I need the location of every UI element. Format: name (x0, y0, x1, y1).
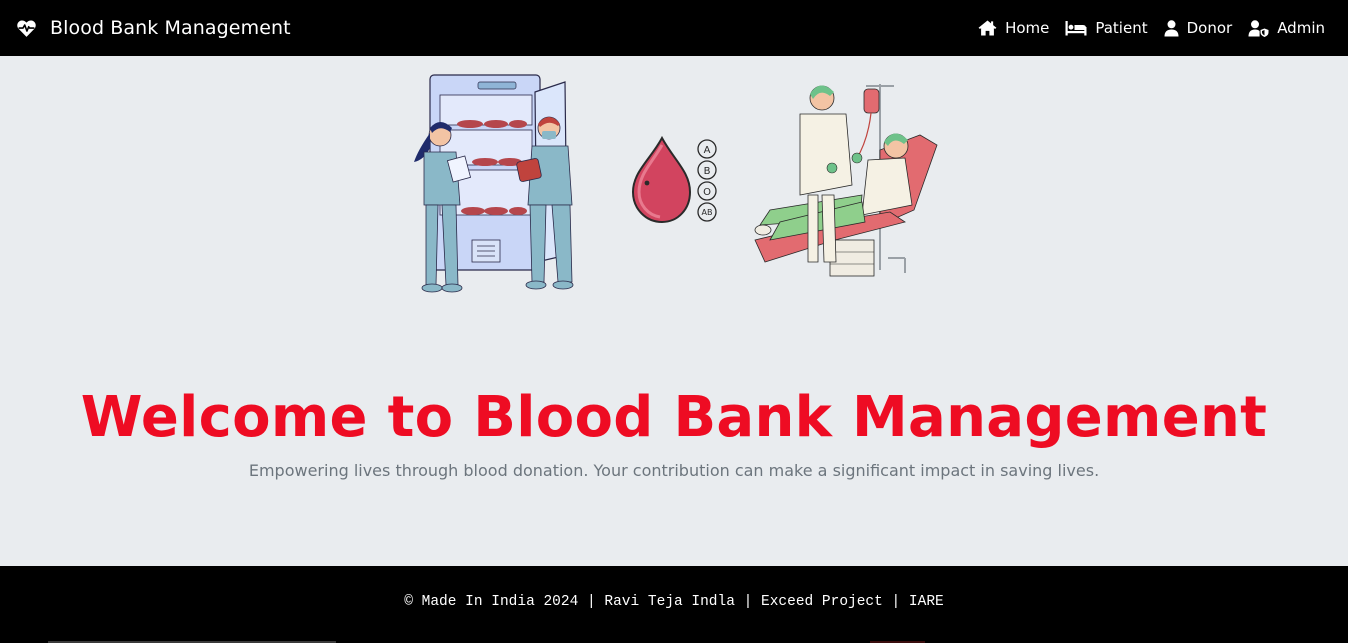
user-icon (1164, 19, 1179, 36)
blood-storage-illustration (414, 74, 574, 293)
heart-pulse-icon (17, 19, 36, 37)
nav-donor-label: Donor (1186, 19, 1233, 37)
footer-text: © Made In India 2024 | Ravi Teja Indla |… (404, 593, 944, 610)
nav-home-label: Home (1005, 19, 1050, 37)
home-icon (978, 20, 997, 36)
blood-type-a: A (704, 145, 711, 156)
hero-subtitle: Empowering lives through blood donation.… (248, 461, 1100, 480)
nav-donor[interactable]: Donor (1164, 19, 1233, 37)
brand-title: Blood Bank Management (50, 17, 291, 39)
nav-patient-label: Patient (1095, 19, 1148, 37)
nav-admin-label: Admin (1277, 19, 1325, 37)
nav-links: Home Patient Donor Admin (978, 19, 1325, 37)
navbar: Blood Bank Management Home Patient Donor… (0, 0, 1348, 56)
brand-link[interactable]: Blood Bank Management (16, 17, 291, 39)
nav-patient[interactable]: Patient (1065, 19, 1148, 37)
hero-illustration: A B O AB (414, 74, 938, 293)
nav-home[interactable]: Home (978, 19, 1049, 37)
bed-icon (1065, 21, 1087, 36)
blood-type-ab: AB (702, 208, 713, 217)
footer: © Made In India 2024 | Ravi Teja Indla |… (0, 566, 1348, 643)
donation-chair-illustration (754, 84, 938, 277)
user-shield-icon (1248, 19, 1269, 37)
welcome-title: Welcome to Blood Bank Management (80, 385, 1268, 450)
blood-type-b: B (704, 166, 711, 177)
blood-type-o: O (703, 187, 711, 198)
blood-drop-illustration: A B O AB (631, 135, 717, 224)
blood-type-list: A B O AB (697, 139, 717, 222)
nav-admin[interactable]: Admin (1248, 19, 1325, 37)
